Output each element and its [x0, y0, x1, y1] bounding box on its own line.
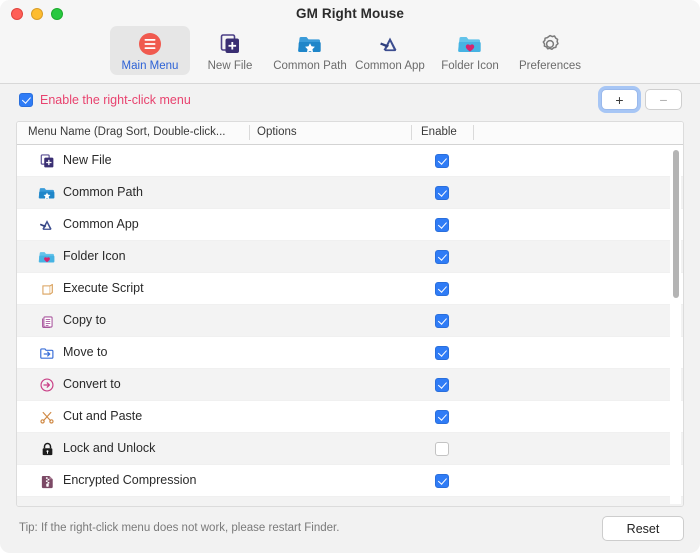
common-app-icon	[38, 216, 56, 234]
table-scrollbar[interactable]	[670, 146, 681, 504]
scrollbar-thumb[interactable]	[673, 150, 679, 298]
convert-to-icon	[38, 376, 56, 394]
row-label: Copy to	[63, 313, 107, 327]
table-row[interactable]: Common App	[17, 209, 683, 241]
reset-button[interactable]: Reset	[602, 516, 684, 541]
row-label: Encrypted Compression	[63, 473, 197, 487]
row-enable-checkbox[interactable]	[435, 474, 449, 488]
column-header-enable[interactable]: Enable	[421, 126, 481, 138]
row-enable-checkbox[interactable]	[435, 218, 449, 232]
toolbar-item-new-file[interactable]: New File	[190, 26, 270, 75]
scissors-icon	[38, 408, 56, 426]
common-path-icon	[297, 30, 323, 58]
new-file-icon	[38, 152, 56, 170]
table-row[interactable]: Lock and Unlock	[17, 433, 683, 465]
execute-script-icon	[38, 280, 56, 298]
table-row[interactable]: Cut and Paste	[17, 401, 683, 433]
encrypted-compression-icon	[38, 472, 56, 490]
toolbar-item-common-app[interactable]: Common App	[350, 26, 430, 75]
row-enable-checkbox[interactable]	[435, 154, 449, 168]
row-enable-checkbox[interactable]	[435, 250, 449, 264]
folder-icon	[457, 30, 483, 58]
move-to-icon	[38, 344, 56, 362]
main-menu-icon	[137, 30, 163, 58]
row-label: Execute Script	[63, 281, 144, 295]
menu-table: Menu Name (Drag Sort, Double-click... Op…	[16, 121, 684, 507]
row-label: Cut and Paste	[63, 409, 143, 423]
lock-icon	[38, 440, 56, 458]
table-header: Menu Name (Drag Sort, Double-click... Op…	[17, 122, 683, 145]
enable-bar: Enable the right-click menu + −	[0, 84, 700, 120]
toolbar-label-preferences: Preferences	[518, 60, 581, 72]
toolbar-label-new-file: New File	[207, 60, 253, 72]
table-row[interactable]: Folder Icon	[17, 241, 683, 273]
column-divider-2[interactable]	[411, 125, 412, 140]
row-label: Lock and Unlock	[63, 441, 156, 455]
toolbar-item-folder-icon[interactable]: Folder Icon	[430, 26, 510, 75]
column-header-options[interactable]: Options	[257, 126, 407, 138]
tip-text: Tip: If the right-click menu does not wo…	[19, 522, 340, 534]
footer: Tip: If the right-click menu does not wo…	[0, 507, 700, 553]
column-divider-1[interactable]	[249, 125, 250, 140]
remove-button[interactable]: −	[645, 89, 682, 110]
table-row[interactable]: Convert to	[17, 369, 683, 401]
table-row[interactable]: Move to	[17, 337, 683, 369]
row-enable-checkbox[interactable]	[435, 282, 449, 296]
app-window: GM Right Mouse Main Menu New File Common…	[0, 0, 700, 553]
table-row[interactable]: Copy to	[17, 305, 683, 337]
row-label: Common Path	[63, 185, 143, 199]
new-file-icon	[217, 30, 243, 58]
common-app-icon	[377, 30, 403, 58]
row-label: Convert to	[63, 377, 121, 391]
row-enable-checkbox[interactable]	[435, 378, 449, 392]
enable-right-click-menu-checkbox[interactable]	[19, 93, 33, 107]
row-label: Move to	[63, 345, 108, 359]
toolbar-item-common-path[interactable]: Common Path	[270, 26, 350, 75]
gear-icon	[537, 30, 563, 58]
enable-right-click-menu-row[interactable]: Enable the right-click menu	[19, 93, 191, 107]
table-row[interactable]: Common Path	[17, 177, 683, 209]
toolbar-label-folder-icon: Folder Icon	[441, 60, 499, 72]
row-enable-checkbox[interactable]	[435, 442, 449, 456]
title-bar: GM Right Mouse Main Menu New File Common…	[0, 0, 700, 84]
row-label: Common App	[63, 217, 139, 231]
row-label: New File	[63, 153, 112, 167]
table-body: New File Common Path Common App Folder I…	[17, 145, 683, 506]
toolbar-label-common-app: Common App	[355, 60, 425, 72]
table-row[interactable]: Execute Script	[17, 273, 683, 305]
common-path-icon	[38, 184, 56, 202]
add-button[interactable]: +	[601, 89, 638, 110]
toolbar: Main Menu New File Common Path Common Ap…	[0, 26, 700, 75]
copy-to-icon	[38, 312, 56, 330]
table-row[interactable]: New File	[17, 145, 683, 177]
row-enable-checkbox[interactable]	[435, 186, 449, 200]
window-title: GM Right Mouse	[296, 6, 404, 21]
add-remove-button-group: + −	[601, 89, 682, 110]
toolbar-label-common-path: Common Path	[273, 60, 347, 72]
toolbar-label-main-menu: Main Menu	[121, 60, 179, 72]
table-row-partial[interactable]	[17, 497, 683, 506]
toolbar-item-preferences[interactable]: Preferences	[510, 26, 590, 75]
enable-right-click-menu-label: Enable the right-click menu	[40, 93, 191, 107]
row-enable-checkbox[interactable]	[435, 410, 449, 424]
row-enable-checkbox[interactable]	[435, 346, 449, 360]
column-divider-3[interactable]	[473, 125, 474, 140]
row-enable-checkbox[interactable]	[435, 314, 449, 328]
table-row[interactable]: Encrypted Compression	[17, 465, 683, 497]
folder-heart-icon	[38, 248, 56, 266]
row-label: Folder Icon	[63, 249, 126, 263]
column-header-menu-name[interactable]: Menu Name (Drag Sort, Double-click...	[28, 126, 256, 138]
toolbar-item-main-menu[interactable]: Main Menu	[110, 26, 190, 75]
